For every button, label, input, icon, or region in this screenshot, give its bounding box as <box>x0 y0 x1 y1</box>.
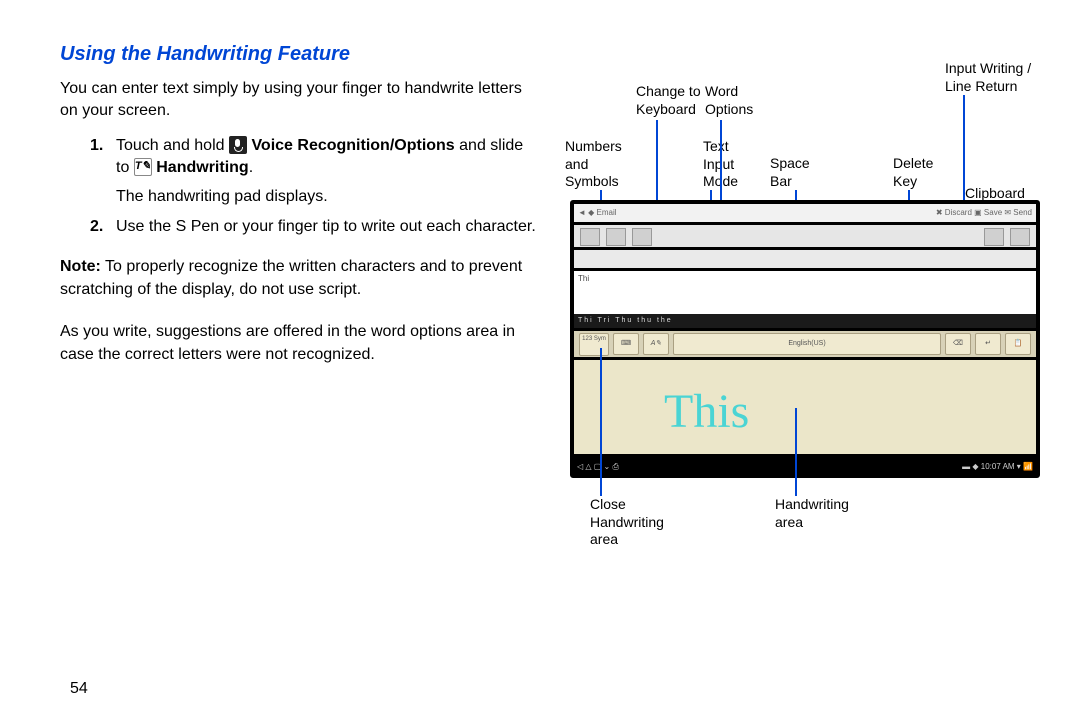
sym-button: 123 Sym <box>579 333 609 356</box>
toolbar-button <box>984 228 1004 246</box>
toolbar-button <box>580 228 600 246</box>
email-body: Thi <box>574 271 1036 315</box>
device-screenshot: ◄ ◆ Email ✖ Discard ▣ Save ✉ Send Thi Th… <box>570 200 1040 478</box>
step-1: 1. Touch and hold Voice Recognition/Opti… <box>90 135 540 208</box>
step-subtext: The handwriting pad displays. <box>116 186 540 208</box>
handwritten-text: This <box>664 378 749 445</box>
label-numbers-symbols: Numbers and Symbols <box>565 138 625 191</box>
handwriting-area: This <box>574 360 1036 454</box>
space-bar-button: English(US) <box>673 333 941 355</box>
delete-button: ⌫ <box>945 333 971 355</box>
step-number: 2. <box>90 216 116 238</box>
callout-labels-bottom: Close Handwriting area Handwriting area <box>570 478 1050 558</box>
text-column: Using the Handwriting Feature You can en… <box>60 40 540 558</box>
attachment-toolbar <box>574 225 1036 247</box>
word-suggestions: Thi Tri Thu thu the <box>574 314 1036 328</box>
note-label: Note: <box>60 258 101 275</box>
clipboard-button: 📋 <box>1005 333 1031 355</box>
voice-recognition-label: Voice Recognition/Options <box>251 137 454 154</box>
input-mode-button: A✎ <box>643 333 669 355</box>
callout-labels-top: Numbers and Symbols Change to Keyboard W… <box>570 40 1050 200</box>
keyboard-button: ⌨ <box>613 333 639 355</box>
toolbar-button <box>1010 228 1030 246</box>
step-text: Touch and hold Voice Recognition/Options… <box>116 135 540 208</box>
nav-right: ▬ ◆ 10:07 AM ▾ 📶 <box>962 457 1033 477</box>
label-handwriting-area: Handwriting area <box>775 496 865 531</box>
system-nav-bar: ◁ △ ▢ ⌄ ⎙ ▬ ◆ 10:07 AM ▾ 📶 <box>571 457 1039 477</box>
note-block: Note: To properly recognize the written … <box>60 256 540 301</box>
paragraph: As you write, suggestions are offered in… <box>60 321 540 366</box>
step-number: 1. <box>90 135 116 208</box>
diagram-column: Numbers and Symbols Change to Keyboard W… <box>570 40 1050 558</box>
step-2: 2. Use the S Pen or your finger tip to w… <box>90 216 540 238</box>
label-space-bar: Space Bar <box>770 155 820 190</box>
handwriting-icon: T✎ <box>134 158 152 176</box>
label-change-keyboard: Change to Keyboard <box>636 83 701 118</box>
label-word-options: Word Options <box>705 83 760 118</box>
email-top-bar: ◄ ◆ Email ✖ Discard ▣ Save ✉ Send <box>574 204 1036 222</box>
section-heading: Using the Handwriting Feature <box>60 40 540 68</box>
keyboard-option-bar: 123 Sym ⌨ A✎ English(US) ⌫ ↵ 📋 <box>574 331 1036 357</box>
intro-text: You can enter text simply by using your … <box>60 78 540 123</box>
toolbar-button <box>632 228 652 246</box>
email-actions-right: ✖ Discard ▣ Save ✉ Send <box>936 204 1032 222</box>
format-toolbar <box>574 250 1036 268</box>
label-text-input-mode: Text Input Mode <box>703 138 748 191</box>
nav-left: ◁ △ ▢ ⌄ ⎙ <box>577 457 619 477</box>
return-button: ↵ <box>975 333 1001 355</box>
label-close-handwriting: Close Handwriting area <box>590 496 680 549</box>
label-input-writing: Input Writing / Line Return <box>945 60 1045 95</box>
step-text: Use the S Pen or your finger tip to writ… <box>116 216 540 238</box>
label-delete-key: Delete Key <box>893 155 943 190</box>
mic-icon <box>229 136 247 154</box>
note-text: To properly recognize the written charac… <box>60 258 522 297</box>
page-number: 54 <box>70 678 88 700</box>
toolbar-button <box>606 228 626 246</box>
email-nav-left: ◄ ◆ Email <box>578 204 617 222</box>
handwriting-label: Handwriting <box>156 159 248 176</box>
